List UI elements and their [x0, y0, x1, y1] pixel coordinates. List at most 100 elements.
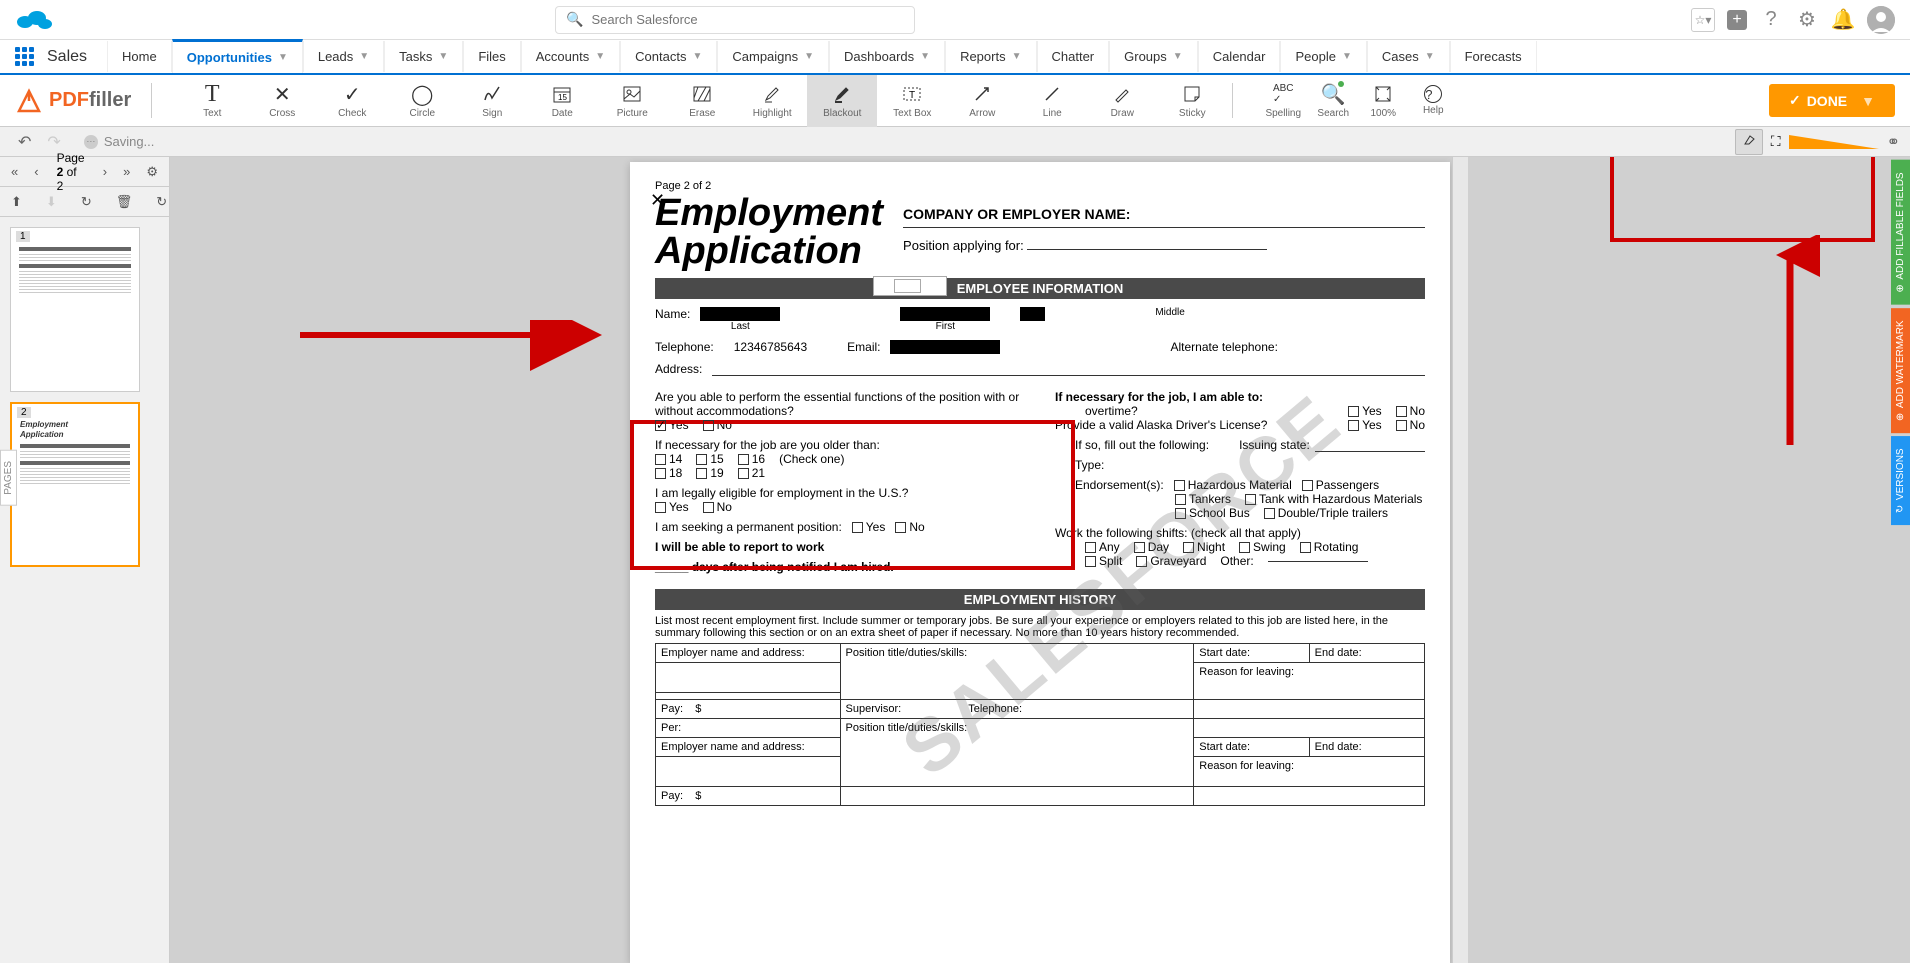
- nav-people[interactable]: People▼: [1280, 41, 1366, 72]
- cb-yes[interactable]: Yes: [655, 418, 689, 432]
- move-icon[interactable]: ✥: [880, 280, 889, 293]
- close-icon[interactable]: ✕: [650, 190, 665, 211]
- thumbnail-page-2[interactable]: 2 EmploymentApplication: [10, 402, 140, 567]
- document-viewport[interactable]: Page 2 of 2 ✕ Employment Application COM…: [170, 157, 1910, 963]
- cb-dl-no[interactable]: No: [1396, 418, 1425, 432]
- nav-campaigns[interactable]: Campaigns▼: [717, 41, 829, 72]
- tool-line[interactable]: Line: [1017, 75, 1087, 127]
- cb-eligible-no[interactable]: No: [703, 500, 732, 514]
- link-icon[interactable]: ⚭: [1887, 132, 1900, 152]
- nav-opportunities[interactable]: Opportunities▼: [172, 39, 303, 73]
- thumbnail-page-1[interactable]: 1: [10, 227, 140, 392]
- tool-sticky[interactable]: Sticky: [1157, 75, 1227, 127]
- tool-draw[interactable]: Draw: [1087, 75, 1157, 127]
- tool-text[interactable]: TText: [177, 75, 247, 127]
- global-search[interactable]: 🔍: [555, 6, 915, 34]
- nav-home[interactable]: Home: [107, 41, 172, 72]
- notifications-icon[interactable]: 🔔: [1831, 8, 1855, 32]
- tab-watermark[interactable]: ⊕ADD WATERMARK: [1891, 308, 1910, 433]
- nav-chatter[interactable]: Chatter: [1037, 41, 1110, 72]
- next-page-button[interactable]: ›: [97, 162, 113, 181]
- delete-button[interactable]: 🗑: [110, 192, 139, 212]
- pages-tab[interactable]: PAGES: [0, 450, 17, 506]
- tab-versions[interactable]: ↻VERSIONS: [1891, 436, 1910, 525]
- cb-hazmat[interactable]: Hazardous Material: [1174, 478, 1292, 492]
- setup-icon[interactable]: ⚙: [1795, 8, 1819, 32]
- nav-accounts[interactable]: Accounts▼: [521, 41, 620, 72]
- expand-icon[interactable]: ⛶: [1771, 133, 1781, 150]
- cb-split[interactable]: Split: [1085, 554, 1122, 568]
- tool-spelling[interactable]: ABC✓Spelling: [1258, 75, 1308, 127]
- blackout-first-name[interactable]: [900, 307, 990, 321]
- tool-circle[interactable]: ◯Circle: [387, 75, 457, 127]
- cb-swing[interactable]: Swing: [1239, 540, 1286, 554]
- zoom-slider[interactable]: [1789, 135, 1879, 149]
- prev-page-button[interactable]: ‹: [28, 162, 44, 181]
- cb-ot-no[interactable]: No: [1396, 404, 1425, 418]
- help-icon[interactable]: ?: [1759, 8, 1783, 32]
- cb-19[interactable]: 19: [696, 466, 723, 480]
- blackout-middle[interactable]: [1020, 307, 1045, 321]
- add-icon[interactable]: +: [1727, 10, 1747, 30]
- nav-forecasts[interactable]: Forecasts: [1450, 41, 1537, 72]
- eraser-icon[interactable]: [1735, 129, 1763, 155]
- cb-any[interactable]: Any: [1085, 540, 1120, 554]
- cb-21[interactable]: 21: [738, 466, 765, 480]
- cb-15[interactable]: 15: [696, 452, 723, 466]
- salesforce-logo[interactable]: [15, 6, 55, 34]
- tool-highlight[interactable]: Highlight: [737, 75, 807, 127]
- rotate-button[interactable]: ↻: [75, 192, 98, 212]
- tool-textbox[interactable]: TText Box: [877, 75, 947, 127]
- app-launcher-icon[interactable]: [15, 47, 35, 67]
- cb-passengers[interactable]: Passengers: [1302, 478, 1379, 492]
- nav-reports[interactable]: Reports▼: [945, 41, 1036, 72]
- favorite-icon[interactable]: ☆▾: [1691, 8, 1715, 32]
- ok-button[interactable]: OK: [894, 279, 921, 293]
- cb-double[interactable]: Double/Triple trailers: [1264, 506, 1388, 520]
- tab-fillable-fields[interactable]: ⊕ADD FILLABLE FIELDS: [1891, 160, 1910, 305]
- move-up-button[interactable]: ⬆: [5, 192, 28, 212]
- cb-16[interactable]: 16: [738, 452, 765, 466]
- blackout-email[interactable]: [890, 340, 1000, 354]
- tool-check[interactable]: ✓Check: [317, 75, 387, 127]
- move-down-button[interactable]: ⬇: [40, 192, 63, 212]
- tool-zoom[interactable]: 100%: [1358, 75, 1408, 127]
- first-page-button[interactable]: «: [5, 162, 24, 181]
- cb-no[interactable]: No: [703, 418, 732, 432]
- nav-files[interactable]: Files: [463, 41, 520, 72]
- nav-cases[interactable]: Cases▼: [1367, 41, 1450, 72]
- tool-erase[interactable]: Erase: [667, 75, 737, 127]
- tool-sign[interactable]: Sign: [457, 75, 527, 127]
- scrollbar[interactable]: [1452, 157, 1468, 963]
- settings-icon[interactable]: ⚙: [140, 162, 164, 182]
- cb-night[interactable]: Night: [1183, 540, 1225, 554]
- cb-dl-yes[interactable]: Yes: [1348, 418, 1382, 432]
- done-button[interactable]: ✓DONE▼: [1769, 84, 1895, 117]
- cb-eligible-yes[interactable]: Yes: [655, 500, 689, 514]
- cb-graveyard[interactable]: Graveyard: [1136, 554, 1206, 568]
- undo-button[interactable]: ↶: [10, 128, 39, 156]
- avatar[interactable]: [1867, 6, 1895, 34]
- tool-blackout[interactable]: Blackout: [807, 75, 877, 127]
- cb-18[interactable]: 18: [655, 466, 682, 480]
- nav-tasks[interactable]: Tasks▼: [384, 41, 463, 72]
- tool-date[interactable]: 15Date: [527, 75, 597, 127]
- tool-picture[interactable]: Picture: [597, 75, 667, 127]
- trash-icon[interactable]: 🗑: [926, 280, 940, 293]
- cb-schoolbus[interactable]: School Bus: [1175, 506, 1250, 520]
- last-page-button[interactable]: »: [117, 162, 136, 181]
- cb-tankers[interactable]: Tankers: [1175, 492, 1231, 506]
- cb-14[interactable]: 14: [655, 452, 682, 466]
- cb-perm-yes[interactable]: Yes: [852, 520, 886, 534]
- blackout-last-name[interactable]: [700, 307, 780, 321]
- nav-dashboards[interactable]: Dashboards▼: [829, 41, 945, 72]
- cb-perm-no[interactable]: No: [895, 520, 924, 534]
- nav-calendar[interactable]: Calendar: [1198, 41, 1281, 72]
- cb-rotating[interactable]: Rotating: [1300, 540, 1359, 554]
- tool-help[interactable]: ?Help: [1408, 75, 1458, 127]
- cb-ot-yes[interactable]: Yes: [1348, 404, 1382, 418]
- nav-contacts[interactable]: Contacts▼: [620, 41, 717, 72]
- cb-day[interactable]: Day: [1134, 540, 1169, 554]
- pdffiller-logo[interactable]: PDFfiller: [0, 87, 146, 115]
- nav-groups[interactable]: Groups▼: [1109, 41, 1198, 72]
